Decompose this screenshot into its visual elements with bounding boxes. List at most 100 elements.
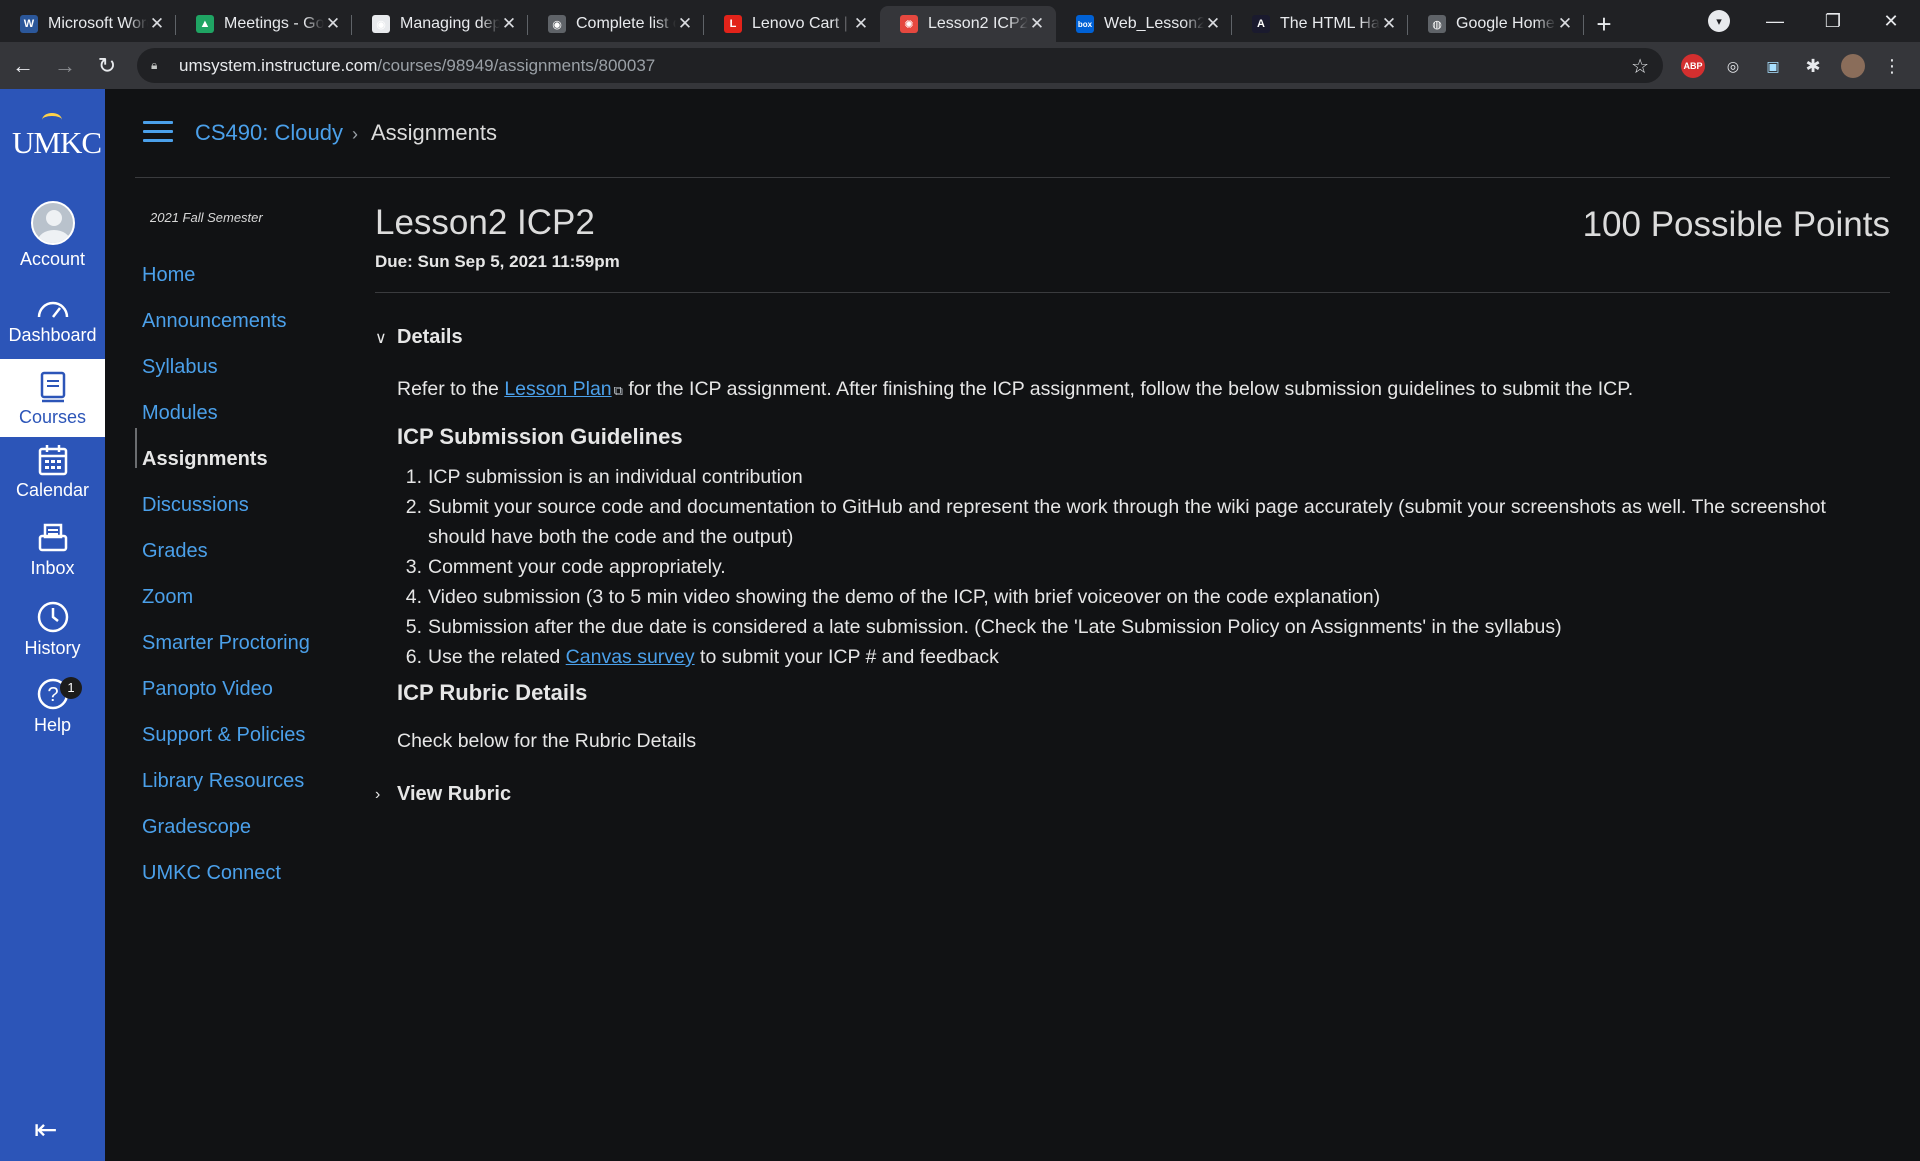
box-icon: box: [1076, 15, 1094, 33]
tab-title: Complete list of github: [576, 15, 676, 32]
browser-tab[interactable]: ▲ Meetings - Google Drive✕: [176, 6, 352, 42]
profile-avatar-icon[interactable]: [1841, 54, 1865, 78]
tab-close-icon[interactable]: ✕: [1380, 15, 1398, 33]
tab-close-icon[interactable]: ✕: [500, 15, 518, 33]
global-nav-label: Help: [33, 715, 72, 735]
tab-title: Meetings - Google Drive: [224, 15, 324, 32]
umkc-logo[interactable]: UMKC: [12, 113, 102, 161]
browser-tab[interactable]: ◉ Complete list of github✕: [528, 6, 704, 42]
url-host: umsystem.instructure.com: [179, 55, 378, 75]
rubric-text: Check below for the Rubric Details: [397, 730, 697, 752]
browser-toolbar: ← → ↻ 🔒︎ umsystem.instructure.com/course…: [0, 42, 1920, 89]
browser-tab-strip: WMicrosoft Word✕▲Meetings - Google Drive…: [0, 0, 1920, 42]
tab-search-icon[interactable]: ▾: [1708, 10, 1730, 32]
reload-icon[interactable]: ↻: [88, 47, 126, 85]
list-number: 6.: [405, 646, 422, 668]
global-nav-calendar[interactable]: Calendar: [0, 444, 105, 501]
course-nav-item-smarter-proctoring[interactable]: Smarter Proctoring: [142, 632, 310, 655]
global-nav-label: Courses: [18, 407, 87, 427]
kangaroo-mark: [42, 113, 62, 127]
header-divider: [135, 177, 1890, 178]
collapse-nav-icon[interactable]: ⇤: [34, 1113, 57, 1146]
hamburger-menu-icon[interactable]: [143, 121, 173, 143]
assignment-points: 100 Possible Points: [1582, 205, 1890, 244]
global-nav-dashboard[interactable]: Dashboard: [0, 297, 105, 346]
course-header: CS490: Cloudy › Assignments: [105, 89, 1920, 178]
view-rubric-toggle[interactable]: › View Rubric: [375, 783, 511, 806]
list-text: Use the related Canvas survey to submit …: [428, 642, 1877, 672]
browser-tab[interactable]: ◉ Managing dependencies✕: [352, 6, 528, 42]
global-nav-help[interactable]: ? 1 Help: [0, 677, 105, 736]
tab-title: Web_Lesson2.pdf: [1104, 15, 1204, 32]
lesson-plan-link[interactable]: Lesson Plan: [504, 378, 611, 400]
extension-eyes-icon[interactable]: ◎: [1721, 54, 1745, 78]
list-text-part: to submit your ICP # and feedback: [694, 646, 999, 668]
tab-close-icon[interactable]: ✕: [676, 15, 694, 33]
address-bar[interactable]: 🔒︎ umsystem.instructure.com/courses/9894…: [137, 48, 1663, 83]
window-controls: — ❐ ✕: [1746, 0, 1920, 42]
chevron-down-icon: ∨: [375, 329, 387, 347]
list-item: 3. Comment your code appropriately.: [397, 552, 1877, 582]
course-nav-item-announcements[interactable]: Announcements: [142, 310, 287, 333]
browser-tab[interactable]: W Microsoft Word ✕: [0, 6, 176, 42]
global-nav-label: Account: [19, 249, 86, 269]
course-nav-item-discussions[interactable]: Discussions: [142, 494, 249, 517]
browser-tab[interactable]: box Web_Lesson2.pdf✕: [1056, 6, 1232, 42]
course-nav-item-assignments[interactable]: Assignments: [142, 448, 268, 471]
globe-icon: ◍: [1428, 15, 1446, 33]
list-text-part: Use the related: [428, 646, 566, 668]
tab-close-icon[interactable]: ✕: [1204, 15, 1222, 33]
browser-tab[interactable]: L Lenovo Cart | Lenovo✕: [704, 6, 880, 42]
course-nav-item-syllabus[interactable]: Syllabus: [142, 356, 218, 379]
global-nav-inbox[interactable]: Inbox: [0, 522, 105, 579]
minimize-icon[interactable]: —: [1746, 0, 1804, 42]
course-nav-item-support-policies[interactable]: Support & Policies: [142, 724, 305, 747]
global-nav-courses[interactable]: Courses: [0, 359, 105, 437]
new-tab-button[interactable]: +: [1584, 6, 1624, 42]
global-nav-history[interactable]: History: [0, 600, 105, 659]
inbox-icon: [38, 523, 67, 552]
tab-close-icon[interactable]: ✕: [1556, 15, 1574, 33]
close-window-icon[interactable]: ✕: [1862, 0, 1920, 42]
course-nav-item-umkc-connect[interactable]: UMKC Connect: [142, 862, 281, 885]
browser-tab[interactable]: A The HTML Handbook✕: [1232, 6, 1408, 42]
browser-tab[interactable]: ✺ Lesson2 ICP2 ✕: [880, 6, 1056, 42]
tab-close-icon[interactable]: ✕: [148, 15, 166, 33]
extensions-puzzle-icon[interactable]: ✱: [1801, 54, 1825, 78]
tab-close-icon[interactable]: ✕: [852, 15, 870, 33]
global-navigation: UMKC Account Dashboard Courses Calendar …: [0, 89, 105, 1161]
bookmark-star-icon[interactable]: ☆: [1631, 54, 1649, 79]
list-item: 4. Video submission (3 to 5 min video sho…: [397, 582, 1877, 612]
chrome-menu-icon[interactable]: ⋮: [1880, 54, 1904, 78]
tab-close-icon[interactable]: ✕: [1028, 15, 1046, 33]
list-item: 6. Use the related Canvas survey to submi…: [397, 642, 1877, 672]
save-extension-icon[interactable]: ▣: [1761, 54, 1785, 78]
course-nav-item-library-resources[interactable]: Library Resources: [142, 770, 304, 793]
canvas-survey-link[interactable]: Canvas survey: [566, 646, 695, 668]
course-nav-item-panopto-video[interactable]: Panopto Video: [142, 678, 273, 701]
breadcrumb-course-link[interactable]: CS490: Cloudy: [195, 120, 343, 146]
details-toggle[interactable]: ∨ Details: [375, 326, 463, 349]
course-nav-item-home[interactable]: Home: [142, 264, 195, 287]
restore-icon[interactable]: ❐: [1804, 0, 1862, 42]
back-arrow-icon[interactable]: ←: [4, 47, 42, 85]
course-nav-item-grades[interactable]: Grades: [142, 540, 208, 563]
course-nav-item-zoom[interactable]: Zoom: [142, 586, 193, 609]
list-text: ICP submission is an individual contribu…: [428, 466, 803, 488]
tab-title: Microsoft Word: [48, 15, 148, 32]
svg-text:?: ?: [47, 684, 58, 706]
dashboard-gauge-icon: [37, 301, 68, 318]
guidelines-list: 1. ICP submission is an individual contri…: [397, 462, 1877, 672]
forward-arrow-icon[interactable]: →: [46, 47, 84, 85]
list-number: 5.: [405, 616, 422, 638]
content-divider: [375, 292, 1890, 293]
clock-icon: [37, 601, 68, 633]
browser-tab[interactable]: ◍ Google Home ✕: [1408, 6, 1584, 42]
course-nav-item-modules[interactable]: Modules: [142, 402, 218, 425]
course-nav-item-gradescope[interactable]: Gradescope: [142, 816, 251, 839]
tab-title: Google Home: [1456, 15, 1555, 32]
adblock-extension-icon[interactable]: ABP: [1681, 54, 1705, 78]
assignment-intro: Refer to the Lesson Plan ⧉ for the ICP as…: [397, 378, 1633, 401]
tab-close-icon[interactable]: ✕: [324, 15, 342, 33]
global-nav-account[interactable]: Account: [0, 201, 105, 270]
